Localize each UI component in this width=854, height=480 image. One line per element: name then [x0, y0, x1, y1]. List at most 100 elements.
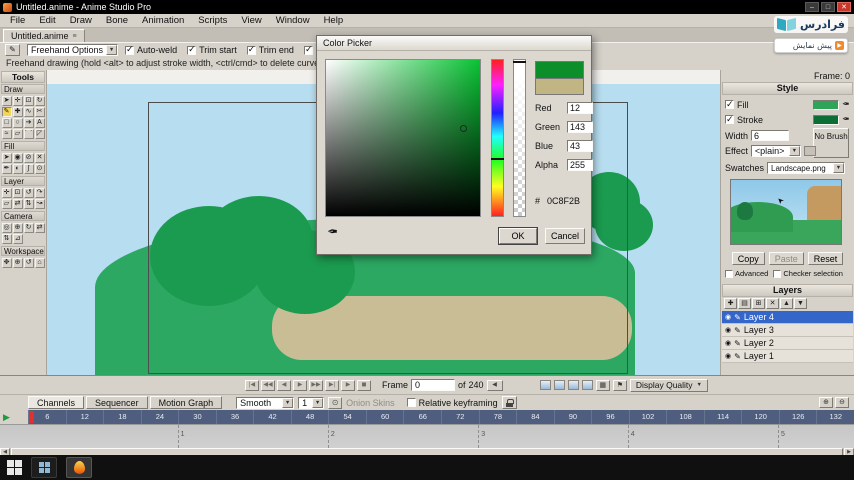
stroke-checkbox[interactable] [725, 114, 734, 125]
tilt-camera-tool[interactable]: ⇅ [1, 233, 12, 244]
new-layer-button[interactable]: ✚ [724, 298, 737, 309]
arrow-tool[interactable]: ➔ [23, 117, 34, 128]
channels-tab[interactable]: Channels [28, 396, 85, 409]
duplicate-layer-button[interactable]: ⊞ [752, 298, 765, 309]
rotate-points-tool[interactable]: ↻ [34, 95, 45, 106]
zoom-out-icon[interactable]: ⊖ [835, 397, 849, 408]
frame-input[interactable]: 0 [411, 379, 456, 391]
checker-icon[interactable]: ▦ [595, 379, 610, 391]
display-quality-button[interactable]: Display Quality ▼ [629, 378, 708, 392]
preview-button[interactable]: ▶ پیش نمایش [774, 38, 848, 53]
red-input[interactable]: 12 [567, 101, 593, 114]
step-back-button[interactable]: ◀ [277, 379, 291, 391]
menu-item[interactable]: Window [269, 14, 317, 27]
translate-points-tool[interactable]: ✛ [12, 95, 23, 106]
pencil-icon[interactable]: ✎ [5, 44, 20, 56]
alpha-input[interactable]: 255 [567, 158, 593, 171]
layer-row[interactable]: ◉ ✎ Layer 1 [722, 350, 853, 363]
paste-button[interactable]: Paste [768, 252, 804, 265]
translate-layer-tool[interactable]: ✛ [1, 187, 12, 198]
hue-slider[interactable] [491, 59, 504, 217]
line-width-tool[interactable]: ✒ [1, 163, 12, 174]
view-mode-icon[interactable] [553, 380, 565, 390]
scale-points-tool[interactable]: ⊡ [23, 95, 34, 106]
delete-layer-button[interactable]: ✕ [766, 298, 779, 309]
hue-marker[interactable] [491, 158, 504, 160]
flag-icon[interactable]: ⚑ [612, 379, 627, 391]
checker-selection-checkbox[interactable]: Checker selection [773, 269, 843, 278]
maximize-button[interactable]: □ [821, 2, 835, 12]
menu-item[interactable]: Bone [99, 14, 135, 27]
delete-edge-tool[interactable]: ✂ [34, 106, 45, 117]
ok-button[interactable]: OK [499, 228, 537, 244]
menu-item[interactable]: File [3, 14, 32, 27]
follow-path-tool[interactable]: ↝ [34, 198, 45, 209]
timeline-track[interactable]: 1 2 3 4 5 [0, 424, 854, 448]
color-points-tool[interactable]: ⊙ [34, 163, 45, 174]
shear-layer-tool[interactable]: ▱ [1, 198, 12, 209]
lock-icon[interactable] [501, 396, 517, 409]
onion-skin-icon[interactable]: ⊙ [328, 396, 343, 409]
dialog-titlebar[interactable]: Color Picker [317, 36, 591, 51]
timeline-ruler[interactable]: 6 12 18 24 30 36 42 48 54 60 66 72 78 84 90 96 102 108 114… [0, 410, 854, 424]
rotate-layer-xy-tool[interactable]: ↷ [34, 187, 45, 198]
scale-layer-tool[interactable]: ⊡ [12, 187, 23, 198]
view-mode-icon[interactable] [539, 380, 551, 390]
select-shape-tool[interactable]: ➤ [1, 152, 12, 163]
trim-end-checkbox[interactable]: Trim end [246, 44, 294, 55]
new-group-button[interactable]: ▤ [738, 298, 751, 309]
curve-profile-tool[interactable]: ∫ [23, 163, 34, 174]
trim-start-checkbox[interactable]: Trim start [187, 44, 237, 55]
step-stepper[interactable]: 1 ▼ [298, 396, 325, 409]
document-tab[interactable]: Untitled.anime ≡ [3, 29, 85, 42]
fill-eyedropper-icon[interactable]: ✒ [842, 99, 850, 110]
track-camera-tool[interactable]: ◎ [1, 222, 12, 233]
alpha-slider[interactable] [513, 59, 526, 217]
anime-studio-app[interactable] [66, 457, 92, 478]
delete-shape-tool[interactable]: ✕ [34, 152, 45, 163]
shear-points-tool[interactable]: ▱ [12, 128, 23, 139]
stroke-eyedropper-icon[interactable]: ✒ [842, 114, 850, 125]
next-keyframe-button[interactable]: ▶▶ [309, 379, 323, 391]
move-layer-up-button[interactable]: ▲ [780, 298, 793, 309]
visibility-icon[interactable]: ◉ [725, 339, 731, 347]
zoom-camera-tool[interactable]: ⊕ [12, 222, 23, 233]
swatch-thumbnail[interactable]: ➤ [730, 179, 842, 245]
go-to-start-button[interactable]: |◀ [245, 379, 259, 391]
rotate-layer-z-tool[interactable]: ↺ [23, 187, 34, 198]
width-input[interactable]: 6 [751, 130, 790, 141]
prev-keyframe-button[interactable]: ◀◀ [261, 379, 275, 391]
freehand-options-dropdown[interactable]: Freehand Options ▼ [27, 44, 119, 56]
flip-layer-v-tool[interactable]: ⇅ [23, 198, 34, 209]
blue-input[interactable]: 43 [567, 139, 593, 152]
pan-workspace-tool[interactable]: ✥ [1, 257, 12, 268]
play-button[interactable]: ▶ [341, 379, 355, 391]
sv-marker[interactable] [460, 125, 467, 132]
visibility-icon[interactable]: ◉ [725, 326, 731, 334]
cancel-button[interactable]: Cancel [545, 228, 585, 244]
zoom-workspace-tool[interactable]: ⊕ [12, 257, 23, 268]
interpolation-dropdown[interactable]: Smooth ▼ [236, 396, 295, 409]
camera-perspective-tool[interactable]: ⊿ [12, 233, 23, 244]
effect-color-well[interactable] [803, 146, 816, 156]
playhead[interactable] [29, 411, 34, 423]
hide-edge-tool[interactable]: ⊘ [23, 152, 34, 163]
freehand-tool[interactable]: ✎ [1, 106, 12, 117]
select-points-tool[interactable]: ➤ [1, 95, 12, 106]
move-layer-down-button[interactable]: ▼ [794, 298, 807, 309]
go-to-end-button[interactable]: ▶| [325, 379, 339, 391]
view-mode-icon[interactable] [581, 380, 593, 390]
zoom-in-icon[interactable]: ⊕ [819, 397, 833, 408]
advanced-checkbox[interactable]: Advanced [725, 269, 768, 278]
sequencer-tab[interactable]: Sequencer [86, 396, 148, 409]
noise-tool[interactable]: ≈ [1, 128, 12, 139]
menu-item[interactable]: View [234, 14, 268, 27]
visibility-icon[interactable]: ◉ [725, 352, 731, 360]
rectangle-tool[interactable]: □ [1, 117, 12, 128]
hex-value[interactable]: 0C8F2B [547, 196, 580, 206]
fill-color-swatch[interactable] [813, 99, 840, 110]
curvature-tool[interactable]: ∿ [23, 106, 34, 117]
menu-item[interactable]: Animation [135, 14, 191, 27]
menu-item[interactable]: Edit [32, 14, 62, 27]
eyedropper-icon[interactable]: ✒ [327, 224, 338, 240]
